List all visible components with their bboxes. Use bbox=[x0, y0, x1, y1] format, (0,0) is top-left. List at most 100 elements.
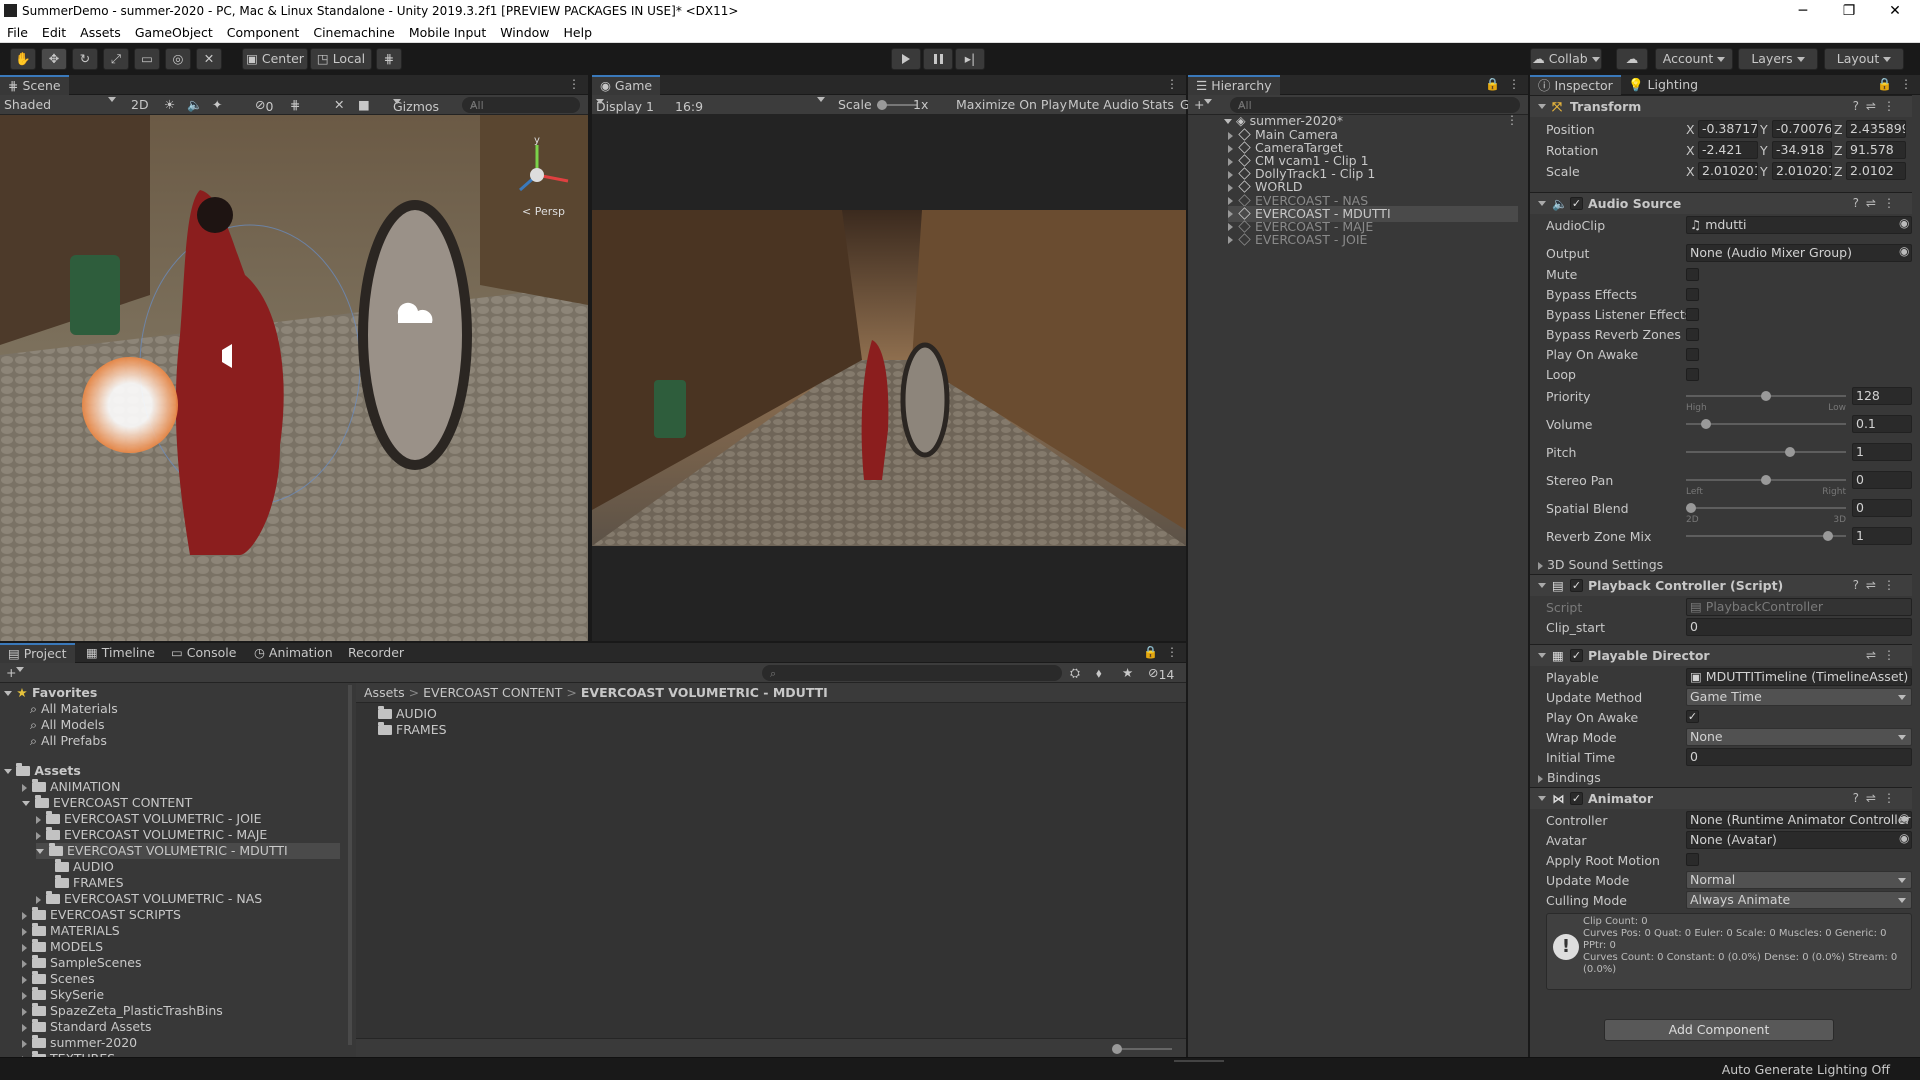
rotate-tool-icon[interactable]: ↻ bbox=[72, 48, 98, 70]
slider-knob[interactable] bbox=[1701, 419, 1711, 429]
wrap-mode-dropdown[interactable]: None bbox=[1686, 728, 1912, 746]
menu-window[interactable]: Window bbox=[493, 22, 556, 40]
menu-mobile-input[interactable]: Mobile Input bbox=[402, 22, 493, 40]
transform-rotation-x-field[interactable]: -2.421 bbox=[1698, 141, 1758, 159]
breadcrumb-assets[interactable]: Assets bbox=[364, 685, 405, 700]
asset-folder-item[interactable]: EVERCOAST VOLUMETRIC - MDUTTI bbox=[36, 843, 340, 859]
component-header-icons[interactable]: ?⇌⋮ bbox=[1853, 193, 1902, 214]
filter-label-icon[interactable]: ⬧ bbox=[1096, 665, 1102, 681]
audio-toggle-icon[interactable]: 🔈 bbox=[187, 97, 203, 113]
tab-inspector[interactable]: ⓘ Inspector bbox=[1530, 75, 1621, 95]
component-header-icons[interactable]: ?⇌⋮ bbox=[1853, 96, 1902, 117]
menu-assets[interactable]: Assets bbox=[73, 22, 128, 40]
menu-file[interactable]: File bbox=[0, 22, 35, 40]
asset-folder-item[interactable]: summer-2020 bbox=[22, 1035, 137, 1051]
project-search-input[interactable]: ⌕ bbox=[762, 665, 1062, 681]
asset-folder-item[interactable]: EVERCOAST SCRIPTS bbox=[22, 907, 181, 923]
component-header-icons[interactable]: ?⇌⋮ bbox=[1853, 575, 1902, 596]
object-picker-icon[interactable]: ◉ bbox=[1899, 831, 1909, 845]
animator-header[interactable]: ⋈ ✓ Animator ?⇌⋮ bbox=[1530, 787, 1912, 809]
avatar-field[interactable]: None (Avatar) bbox=[1686, 831, 1912, 849]
mute-audio-toggle[interactable]: Mute Audio bbox=[1068, 97, 1139, 112]
add-component-button[interactable]: Add Component bbox=[1604, 1019, 1834, 1041]
output-field[interactable]: None (Audio Mixer Group) bbox=[1686, 244, 1912, 262]
more-icon[interactable]: ⋮ bbox=[1506, 113, 1518, 127]
audio-slider[interactable]: Left Right bbox=[1686, 471, 1846, 497]
tab-console[interactable]: ▭ Console bbox=[163, 643, 244, 663]
audio-toggle-checkbox[interactable] bbox=[1686, 308, 1699, 321]
close-button[interactable]: ✕ bbox=[1872, 0, 1918, 22]
audio-toggle-checkbox[interactable] bbox=[1686, 288, 1699, 301]
favorite-star-icon[interactable]: ★ bbox=[1122, 665, 1133, 680]
component-header-icons[interactable]: ⇌⋮ bbox=[1866, 645, 1902, 666]
slider-knob[interactable] bbox=[1822, 531, 1833, 541]
3d-sound-settings-foldout[interactable]: 3D Sound Settings bbox=[1538, 557, 1663, 572]
transform-header[interactable]: ⤧ Transform ?⇌⋮ bbox=[1530, 95, 1912, 117]
favorite-item[interactable]: ⌕ All Models bbox=[30, 717, 105, 733]
step-button[interactable]: ▸| bbox=[955, 48, 985, 70]
maximize-button[interactable]: ❐ bbox=[1826, 0, 1872, 22]
account-dropdown[interactable]: Account bbox=[1655, 48, 1733, 70]
scale-tool-icon[interactable]: ⤢ bbox=[103, 48, 129, 70]
hand-tool-icon[interactable]: ✋ bbox=[10, 48, 36, 70]
animator-enabled-checkbox[interactable]: ✓ bbox=[1570, 792, 1583, 805]
pivot-local-toggle[interactable]: ◳ Local bbox=[310, 48, 372, 70]
asset-folder-item[interactable]: SkySerie bbox=[22, 987, 104, 1003]
custom-tool-icon[interactable]: ✕ bbox=[196, 48, 222, 70]
tab-hierarchy[interactable]: ☰ Hierarchy bbox=[1188, 75, 1280, 95]
component-header-icons[interactable]: ?⇌⋮ bbox=[1853, 788, 1902, 809]
menu-component[interactable]: Component bbox=[220, 22, 307, 40]
audio-toggle-checkbox[interactable] bbox=[1686, 268, 1699, 281]
more-icon[interactable]: ⋮ bbox=[1166, 77, 1178, 91]
layout-dropdown[interactable]: Layout bbox=[1824, 48, 1904, 70]
director-enabled-checkbox[interactable]: ✓ bbox=[1570, 649, 1583, 662]
camera-settings-icon[interactable]: ■ bbox=[358, 97, 370, 112]
more-icon[interactable]: ⋮ bbox=[568, 77, 580, 91]
maximize-on-play-toggle[interactable]: Maximize On Play bbox=[956, 97, 1067, 112]
audio-slider[interactable] bbox=[1686, 443, 1846, 461]
lock-icon[interactable]: 🔒 bbox=[1485, 77, 1500, 91]
scene-search-input[interactable]: ⌕ All bbox=[462, 97, 580, 113]
slider-knob[interactable] bbox=[1785, 447, 1795, 457]
filter-type-icon[interactable]: ⛭ bbox=[1070, 665, 1080, 681]
tools-icon[interactable]: ✕ bbox=[334, 97, 344, 112]
asset-folder-item[interactable]: EVERCOAST VOLUMETRIC - JOIE bbox=[36, 811, 262, 827]
tab-lighting[interactable]: 💡 Lighting bbox=[1620, 75, 1706, 95]
slider-knob[interactable] bbox=[1761, 391, 1771, 401]
initial-time-field[interactable]: 0 bbox=[1686, 748, 1912, 766]
asset-folder-item[interactable]: SampleScenes bbox=[22, 955, 142, 971]
pivot-center-toggle[interactable]: ▣ Center bbox=[242, 48, 308, 70]
asset-folder-item[interactable]: EVERCOAST VOLUMETRIC - MAJE bbox=[36, 827, 267, 843]
transform-scale-z-field[interactable]: 2.0102 bbox=[1846, 162, 1906, 180]
tab-recorder[interactable]: Recorder bbox=[340, 643, 412, 663]
transform-position-y-field[interactable]: -0.70076 bbox=[1772, 120, 1832, 138]
icon-size-slider-knob[interactable] bbox=[1112, 1044, 1122, 1054]
asset-folder-item[interactable]: MATERIALS bbox=[22, 923, 120, 939]
tree-scrollbar[interactable] bbox=[348, 685, 352, 1045]
play-button[interactable] bbox=[891, 48, 921, 70]
audio-slider-value-field[interactable]: 0.1 bbox=[1852, 415, 1912, 433]
audio-slider[interactable]: 2D 3D bbox=[1686, 499, 1846, 525]
asset-folder-item[interactable]: MODELS bbox=[22, 939, 103, 955]
audioclip-field[interactable]: ♫ mdutti bbox=[1686, 216, 1912, 234]
more-icon[interactable]: ⋮ bbox=[1166, 645, 1178, 659]
hidden-objects-icon[interactable]: ⊘ 0 bbox=[255, 97, 273, 114]
audio-source-enabled-checkbox[interactable]: ✓ bbox=[1570, 197, 1583, 210]
effects-icon[interactable]: ✦ bbox=[212, 97, 222, 112]
tab-timeline[interactable]: ▦ Timeline bbox=[78, 643, 163, 663]
playable-field[interactable]: ▣ MDUTTITimeline (TimelineAsset) bbox=[1686, 668, 1912, 686]
transform-position-z-field[interactable]: 2.435899 bbox=[1846, 120, 1906, 138]
audio-toggle-checkbox[interactable] bbox=[1686, 328, 1699, 341]
transform-tool-icon[interactable]: ◎ bbox=[165, 48, 191, 70]
scene-viewport[interactable]: y < Persp bbox=[0, 115, 588, 641]
transform-rotation-y-field[interactable]: -34.918 bbox=[1772, 141, 1832, 159]
icon-size-slider[interactable] bbox=[1116, 1048, 1172, 1050]
menu-edit[interactable]: Edit bbox=[35, 22, 73, 40]
create-asset-button[interactable]: + bbox=[6, 665, 25, 680]
collab-dropdown[interactable]: ☁ Collab bbox=[1530, 48, 1602, 70]
toggle-2d-button[interactable]: 2D bbox=[131, 97, 149, 112]
asset-folder-item[interactable]: Scenes bbox=[22, 971, 95, 987]
audio-slider-value-field[interactable]: 1 bbox=[1852, 527, 1912, 545]
asset-folder-item[interactable]: SpazeZeta_PlasticTrashBins bbox=[22, 1003, 223, 1019]
hidden-packages-toggle[interactable]: ⊘ 14 bbox=[1148, 665, 1174, 682]
